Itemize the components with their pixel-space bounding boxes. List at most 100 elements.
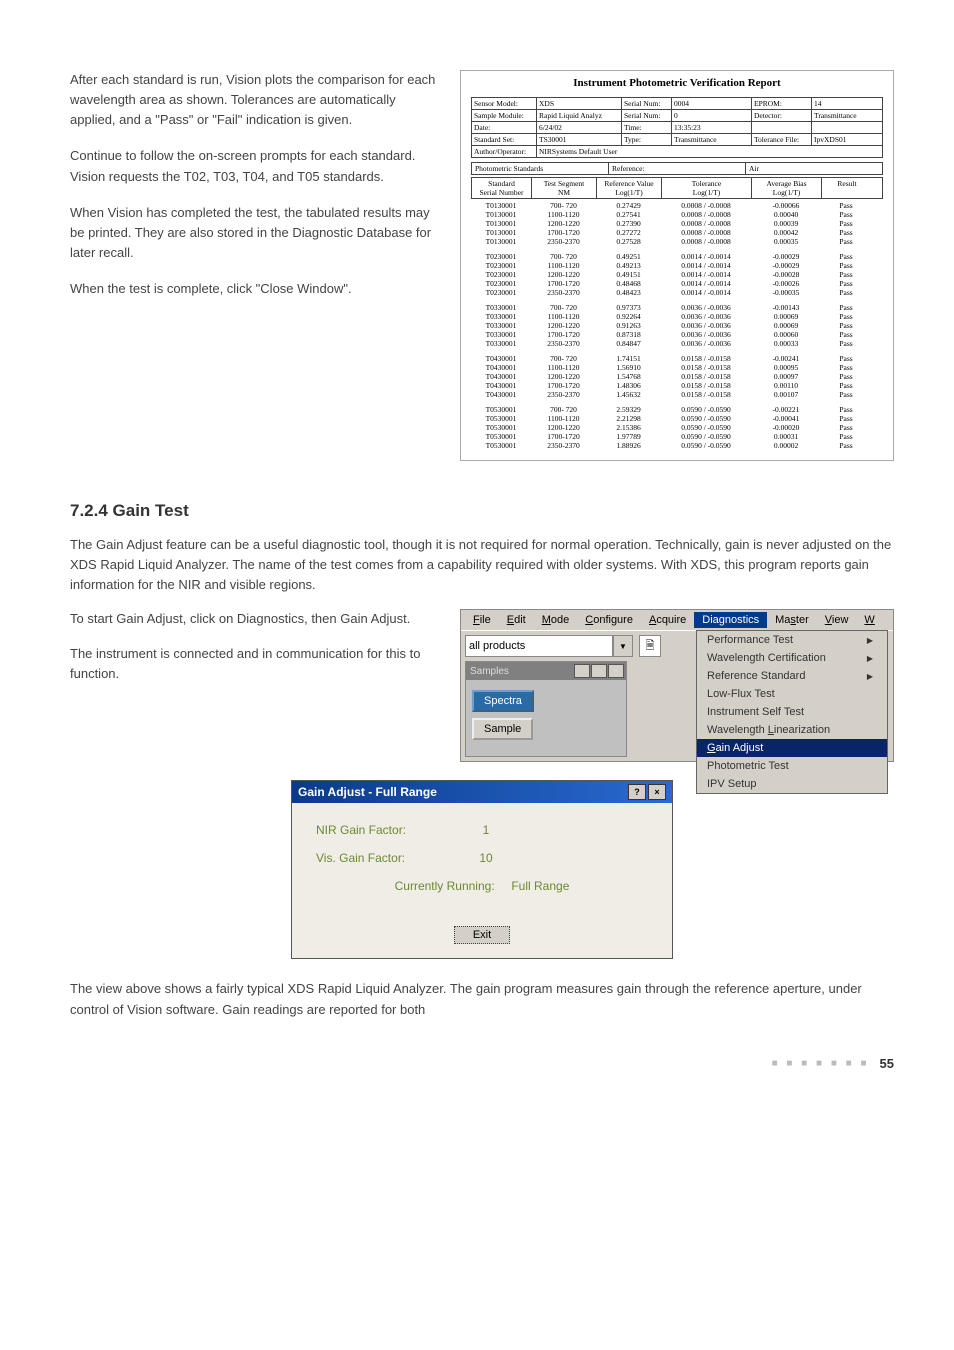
menu-configure[interactable]: Configure bbox=[577, 612, 641, 628]
table-row: T05300011700-17201.977890.0590 / -0.0590… bbox=[471, 432, 883, 441]
subhead-ref-key: Reference: bbox=[609, 163, 746, 174]
minimize-icon[interactable]: _ bbox=[574, 664, 590, 678]
table-row: T04300011700-17201.483060.0158 / -0.0158… bbox=[471, 381, 883, 390]
menu-w[interactable]: W bbox=[856, 612, 882, 628]
table-row: T01300012350-23700.275280.0008 / -0.0008… bbox=[471, 237, 883, 246]
menu-item[interactable]: Performance Test▶ bbox=[697, 631, 887, 649]
menu-item[interactable]: Instrument Self Test bbox=[697, 703, 887, 721]
table-row: T03300011100-11200.922640.0036 / -0.0036… bbox=[471, 312, 883, 321]
meta-key: Standard Set: bbox=[472, 134, 537, 146]
meta-key: Tolerance File: bbox=[752, 134, 812, 146]
menu-item[interactable]: Wavelength Linearization bbox=[697, 721, 887, 739]
report-meta-grid: Sensor Model: XDS Serial Num: 0004 EPROM… bbox=[471, 97, 883, 158]
paragraph: Continue to follow the on-screen prompts… bbox=[70, 146, 440, 186]
meta-key: EPROM: bbox=[752, 98, 812, 110]
table-row: T01300011200-12200.273900.0008 / -0.0008… bbox=[471, 219, 883, 228]
menu-view[interactable]: View bbox=[817, 612, 857, 628]
report-rows: T0130001700- 7200.274290.0008 / -0.0008-… bbox=[471, 201, 883, 450]
menu-master[interactable]: Master bbox=[767, 612, 817, 628]
currently-running-label: Currently Running: bbox=[395, 879, 495, 893]
table-row: T01300011700-17200.272720.0008 / -0.0008… bbox=[471, 228, 883, 237]
menu-file[interactable]: FFileile bbox=[465, 612, 499, 628]
table-row: T02300012350-23700.484230.0014 / -0.0014… bbox=[471, 288, 883, 297]
meta-key bbox=[752, 122, 812, 134]
meta-val: 6/24/02 bbox=[537, 122, 622, 134]
menu-item[interactable]: IPV Setup bbox=[697, 775, 887, 793]
subhead-ref-val: Air bbox=[746, 163, 882, 174]
menu-item[interactable]: Photometric Test bbox=[697, 757, 887, 775]
menu-item[interactable]: Reference Standard▶ bbox=[697, 667, 887, 685]
menu-edit[interactable]: Edit bbox=[499, 612, 534, 628]
combobox-dropdown-button[interactable]: ▼ bbox=[613, 635, 633, 657]
meta-key: Serial Num: bbox=[622, 98, 672, 110]
samples-window-title: Samples bbox=[470, 666, 509, 677]
vis-gain-value: 10 bbox=[466, 851, 506, 865]
samples-window: Samples _ □ × Spectra Sample bbox=[465, 661, 627, 757]
table-row: T05300011100-11202.212980.0590 / -0.0590… bbox=[471, 414, 883, 423]
close-icon[interactable]: × bbox=[648, 784, 666, 800]
table-row: T0430001700- 7201.741510.0158 / -0.0158-… bbox=[471, 354, 883, 363]
paragraph: The instrument is connected and in commu… bbox=[70, 644, 440, 684]
meta-key: Time: bbox=[622, 122, 672, 134]
menu-item[interactable]: Low-Flux Test bbox=[697, 685, 887, 703]
table-row: T0230001700- 7200.492510.0014 / -0.0014-… bbox=[471, 252, 883, 261]
close-icon[interactable]: × bbox=[608, 664, 624, 678]
spectra-button[interactable]: Spectra bbox=[472, 690, 534, 712]
table-row: T02300011200-12200.491510.0014 / -0.0014… bbox=[471, 270, 883, 279]
page-number: 55 bbox=[880, 1056, 894, 1071]
table-row: T01300011100-11200.275410.0008 / -0.0008… bbox=[471, 210, 883, 219]
meta-val: NIRSystems Default User bbox=[537, 146, 883, 158]
menu-acquire[interactable]: Acquire bbox=[641, 612, 694, 628]
meta-val: 0 bbox=[672, 110, 752, 122]
meta-key: Date: bbox=[472, 122, 537, 134]
meta-val: TS30001 bbox=[537, 134, 622, 146]
table-row: T04300011100-11201.569100.0158 / -0.0158… bbox=[471, 363, 883, 372]
table-row: T03300011700-17200.873180.0036 / -0.0036… bbox=[471, 330, 883, 339]
table-row: T02300011100-11200.492130.0014 / -0.0014… bbox=[471, 261, 883, 270]
nir-gain-value: 1 bbox=[466, 823, 506, 837]
table-row: T05300011200-12202.153860.0590 / -0.0590… bbox=[471, 423, 883, 432]
sample-button[interactable]: Sample bbox=[472, 718, 533, 740]
diagnostics-dropdown: Performance Test▶Wavelength Certificatio… bbox=[696, 630, 888, 794]
meta-key: Type: bbox=[622, 134, 672, 146]
table-row: T02300011700-17200.484680.0014 / -0.0014… bbox=[471, 279, 883, 288]
products-combobox[interactable] bbox=[465, 635, 613, 657]
help-icon[interactable]: ? bbox=[628, 784, 646, 800]
meta-key: Serial Num: bbox=[622, 110, 672, 122]
paragraph: The Gain Adjust feature can be a useful … bbox=[70, 535, 894, 595]
paragraph: To start Gain Adjust, click on Diagnosti… bbox=[70, 609, 440, 629]
report-column-headers: StandardSerial Number Test SegmentNM Ref… bbox=[471, 177, 883, 199]
meta-key: Author/Operator: bbox=[472, 146, 537, 158]
table-row: T03300011200-12200.912630.0036 / -0.0036… bbox=[471, 321, 883, 330]
submenu-arrow-icon: ▶ bbox=[867, 654, 873, 663]
meta-val: Transmittance bbox=[672, 134, 752, 146]
paragraph: When the test is complete, click "Close … bbox=[70, 279, 440, 299]
new-document-icon[interactable]: 🗎 bbox=[639, 635, 661, 657]
exit-button[interactable]: Exit bbox=[454, 926, 510, 944]
paragraph: When Vision has completed the test, the … bbox=[70, 203, 440, 263]
menu-mode[interactable]: Mode bbox=[534, 612, 578, 628]
table-row: T05300012350-23701.889260.0590 / -0.0590… bbox=[471, 441, 883, 450]
section-heading-gain-test: 7.2.4 Gain Test bbox=[70, 501, 894, 521]
table-row: T04300011200-12201.547680.0158 / -0.0158… bbox=[471, 372, 883, 381]
menu-diagnostics[interactable]: Diagnostics bbox=[694, 612, 767, 628]
submenu-arrow-icon: ▶ bbox=[867, 636, 873, 645]
meta-val: Transmittance bbox=[812, 110, 883, 122]
paragraph: The view above shows a fairly typical XD… bbox=[70, 979, 894, 1019]
report-title: Instrument Photometric Verification Repo… bbox=[471, 77, 883, 89]
menu-item[interactable]: Wavelength Certification▶ bbox=[697, 649, 887, 667]
menu-bar: FFileile Edit Mode Configure Acquire Dia… bbox=[461, 610, 893, 630]
currently-running-value: Full Range bbox=[511, 879, 569, 893]
nir-gain-label: NIR Gain Factor: bbox=[316, 823, 466, 837]
maximize-icon[interactable]: □ bbox=[591, 664, 607, 678]
verification-report: Instrument Photometric Verification Repo… bbox=[460, 70, 894, 461]
meta-key: Sample Module: bbox=[472, 110, 537, 122]
table-row: T03300012350-23700.848470.0036 / -0.0036… bbox=[471, 339, 883, 348]
gain-adjust-dialog: Gain Adjust - Full Range ? × NIR Gain Fa… bbox=[291, 780, 673, 959]
meta-val: IpvXDS01 bbox=[812, 134, 883, 146]
meta-key: Sensor Model: bbox=[472, 98, 537, 110]
table-row: T0130001700- 7200.274290.0008 / -0.0008-… bbox=[471, 201, 883, 210]
subhead-left: Photometric Standards bbox=[472, 163, 609, 174]
table-row: T0330001700- 7200.973730.0036 / -0.0036-… bbox=[471, 303, 883, 312]
menu-item[interactable]: Gain Adjust bbox=[697, 739, 887, 757]
